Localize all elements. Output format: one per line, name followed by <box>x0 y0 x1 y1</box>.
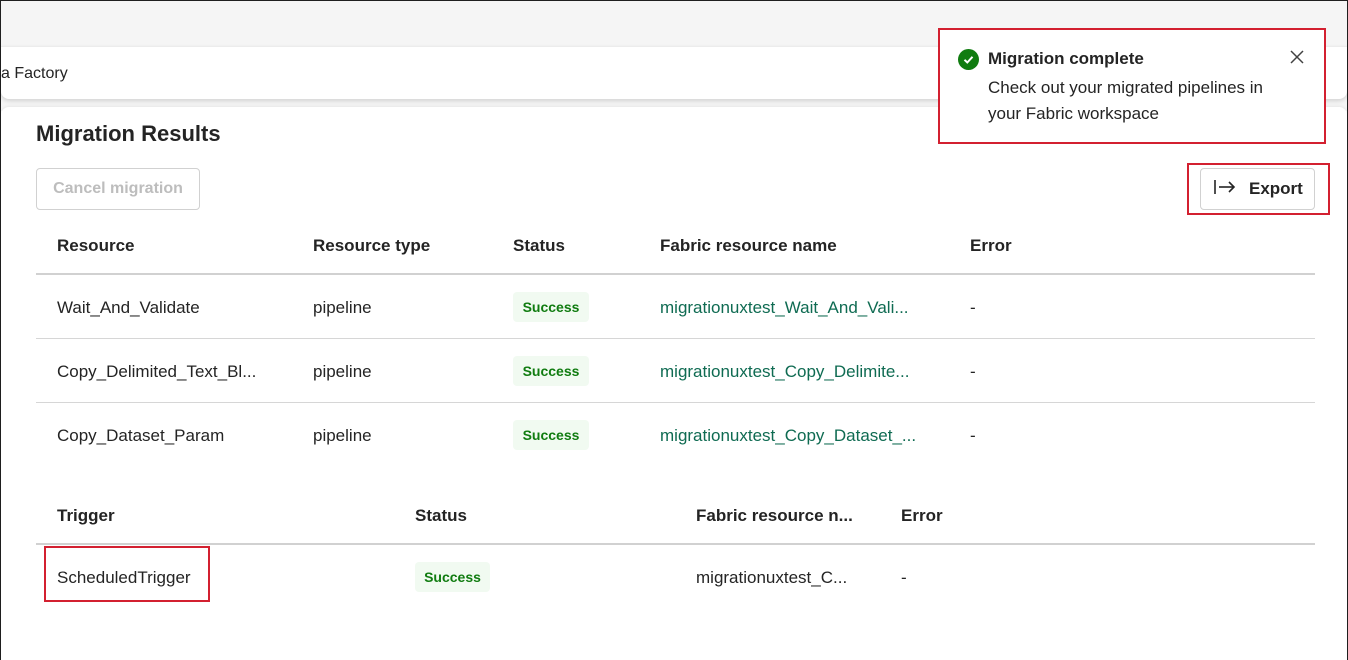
error-value: - <box>970 298 976 317</box>
col-header-error[interactable]: Error <box>970 236 1012 256</box>
col-header-fabric-resource-name[interactable]: Fabric resource name <box>660 236 837 256</box>
resource-type: pipeline <box>313 426 372 445</box>
trigger-name: ScheduledTrigger <box>57 568 191 587</box>
col-header-trigger-status[interactable]: Status <box>415 506 467 526</box>
panel-corner <box>1326 107 1346 143</box>
table-header-divider <box>36 273 1315 275</box>
resource-type: pipeline <box>313 298 372 317</box>
error-value: - <box>901 568 907 587</box>
resource-name: Wait_And_Validate <box>57 298 200 317</box>
col-header-trigger[interactable]: Trigger <box>57 506 115 526</box>
row-divider <box>36 338 1315 339</box>
row-divider <box>36 402 1315 403</box>
export-button[interactable]: Export <box>1200 168 1315 210</box>
status-badge: Success <box>513 356 589 386</box>
cancel-migration-button[interactable]: Cancel migration <box>36 168 200 210</box>
trigger-fabric-name: migrationuxtest_C... <box>696 568 848 587</box>
col-header-resource-type[interactable]: Resource type <box>313 236 430 256</box>
status-badge: Success <box>513 420 589 450</box>
export-label: Export <box>1249 179 1303 198</box>
resource-type: pipeline <box>313 362 372 381</box>
col-header-status[interactable]: Status <box>513 236 565 256</box>
arrow-right-to-bar-icon <box>1213 178 1237 201</box>
fabric-resource-link[interactable]: migrationuxtest_Wait_And_Vali... <box>660 298 909 318</box>
error-value: - <box>970 426 976 445</box>
resource-name: Copy_Dataset_Param <box>57 426 225 445</box>
trigger-header-divider <box>36 543 1315 545</box>
toast-title: Migration complete <box>988 49 1144 68</box>
factory-title: a Factory <box>1 65 68 82</box>
fabric-resource-link[interactable]: migrationuxtest_Copy_Dataset_... <box>660 426 916 446</box>
status-badge: Success <box>513 292 589 322</box>
page-title: Migration Results <box>36 121 221 146</box>
col-header-trigger-fabric-name[interactable]: Fabric resource n... <box>696 506 853 526</box>
fabric-resource-link[interactable]: migrationuxtest_Copy_Delimite... <box>660 362 909 382</box>
toast-message: Check out your migrated pipelines in you… <box>988 78 1263 123</box>
close-icon[interactable] <box>1287 47 1307 67</box>
checkmark-circle-icon <box>958 49 979 70</box>
resource-name: Copy_Delimited_Text_Bl... <box>57 362 257 381</box>
col-header-trigger-error[interactable]: Error <box>901 506 943 526</box>
col-header-resource[interactable]: Resource <box>57 236 134 256</box>
error-value: - <box>970 362 976 381</box>
status-badge: Success <box>415 562 490 592</box>
